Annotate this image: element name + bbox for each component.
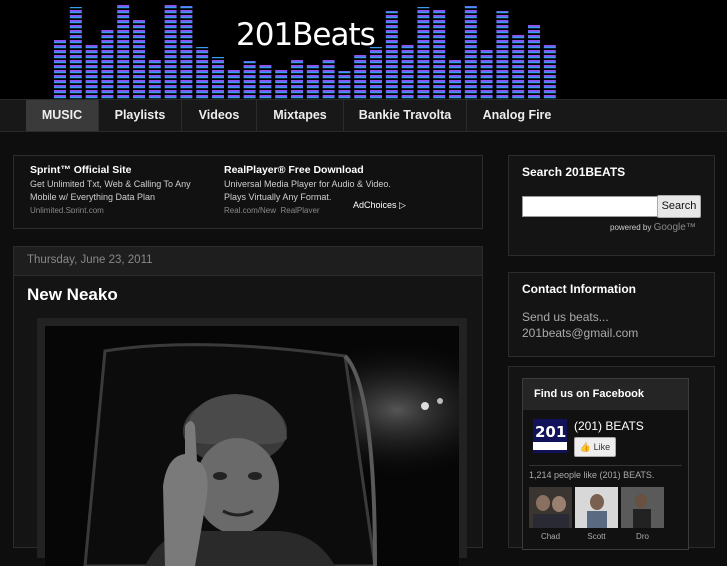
nav-item-mixtapes[interactable]: Mixtapes [257, 100, 344, 131]
nav-item-playlists[interactable]: Playlists [99, 100, 182, 131]
fan-name[interactable]: Scott [575, 532, 618, 541]
adchoices-link[interactable]: AdChoices ▷ [353, 200, 406, 211]
facebook-box-title[interactable]: Find us on Facebook [523, 379, 688, 410]
divider [529, 465, 682, 466]
blog-post: Thursday, June 23, 2011 New Neako [13, 246, 483, 566]
ad-body-line: Plays Virtually Any Format. [224, 192, 332, 202]
ad-url[interactable]: Unlimited.Sprint.com [30, 206, 104, 213]
like-button-label: Like [593, 442, 611, 452]
search-widget-title: Search 201BEATS [522, 165, 626, 179]
powered-by-google: powered by Google™ [610, 222, 696, 233]
thumbs-up-icon: 👍 [579, 442, 592, 452]
fan-name[interactable]: Dro [621, 532, 664, 541]
facebook-widget: Find us on Facebook 201 (201) BEATS 👍 Li… [508, 366, 715, 550]
search-button[interactable]: Search [657, 195, 701, 218]
contact-widget-title: Contact Information [522, 282, 636, 296]
post-date-bar: Thursday, June 23, 2011 [14, 247, 482, 276]
nav-item-analog-fire[interactable]: Analog Fire [467, 100, 567, 131]
fan-name[interactable]: Chad [529, 532, 572, 541]
post-photo[interactable] [45, 326, 459, 566]
google-logo: Google™ [653, 222, 696, 233]
post-date: Thursday, June 23, 2011 [27, 254, 153, 266]
ad-banner: Sprint™ Official Site Get Unlimited Txt,… [13, 155, 483, 229]
nav-item-music[interactable]: MUSIC [26, 100, 99, 131]
ad-body-line: Universal Media Player for Audio & Video… [224, 179, 391, 189]
site-logo[interactable]: 201Beats [236, 17, 376, 53]
facebook-page-name[interactable]: (201) BEATS [574, 419, 644, 433]
fan-avatar[interactable] [575, 487, 618, 528]
post-title[interactable]: New Neako [27, 285, 118, 305]
contact-email[interactable]: 201beats@gmail.com [522, 326, 638, 340]
ad-body-line: Mobile w/ Everything Data Plan [30, 192, 156, 202]
nav-item-videos[interactable]: Videos [182, 100, 257, 131]
ad-title[interactable]: RealPlayer® Free Download [224, 164, 364, 176]
ad-body-line: Get Unlimited Txt, Web & Calling To Any [30, 179, 191, 189]
facebook-page-avatar[interactable]: 201 [533, 419, 567, 453]
facebook-like-box: Find us on Facebook 201 (201) BEATS 👍 Li… [522, 378, 689, 550]
contact-line: Send us beats... [522, 310, 609, 324]
powered-by-label: powered by [610, 223, 652, 232]
search-widget: Search 201BEATS Search powered by Google… [508, 155, 715, 256]
contact-widget: Contact Information Send us beats... 201… [508, 272, 715, 357]
nav-item-bankie-travolta[interactable]: Bankie Travolta [344, 100, 467, 131]
site-header: 201Beats [0, 0, 727, 99]
search-input[interactable] [522, 196, 658, 217]
facebook-like-count: 1,214 people like (201) BEATS. [529, 470, 655, 480]
main-nav: MUSIC Playlists Videos Mixtapes Bankie T… [0, 99, 727, 132]
fan-avatar[interactable] [621, 487, 664, 528]
ad-url[interactable]: Real.com/New_RealPlayer [224, 206, 320, 213]
fan-avatar[interactable] [529, 487, 572, 528]
facebook-like-button[interactable]: 👍 Like [574, 437, 616, 457]
post-image-frame [37, 318, 467, 566]
svg-text:201: 201 [535, 423, 566, 441]
ad-title[interactable]: Sprint™ Official Site [30, 164, 132, 176]
